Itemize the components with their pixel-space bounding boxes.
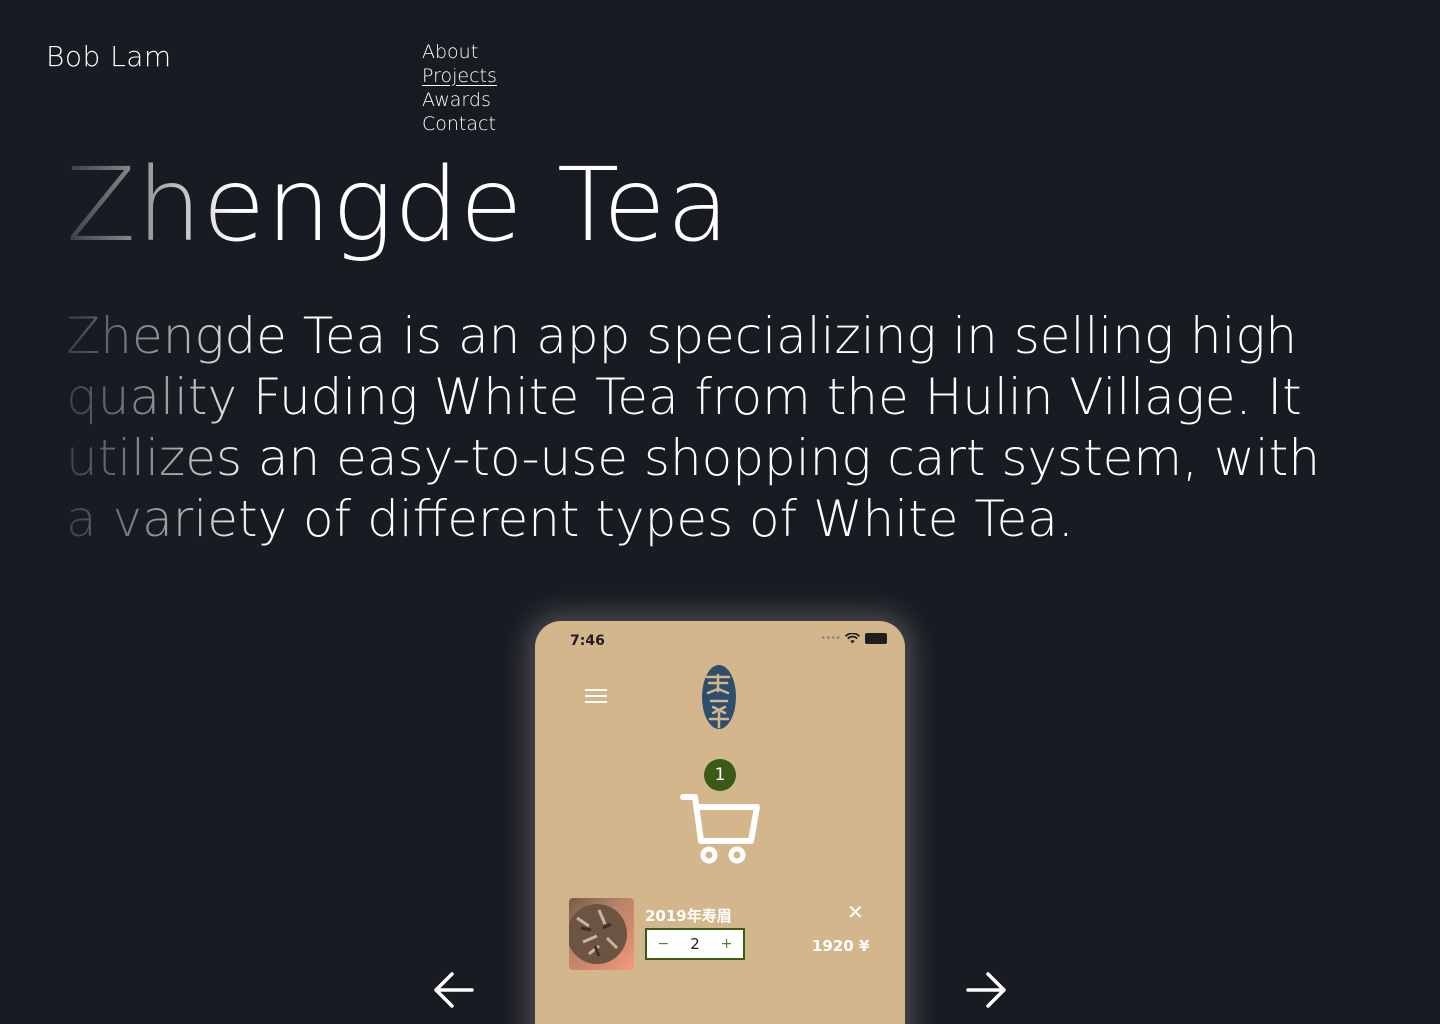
brand-name[interactable]: Bob Lam [46,40,172,73]
arrow-left-icon[interactable] [432,968,476,1012]
quantity-value: 2 [690,935,700,953]
signal-icon: •••• [820,633,841,644]
wifi-icon [845,633,860,644]
arrow-right-icon[interactable] [964,968,1008,1012]
product-price: 1920 ¥ [812,937,870,955]
shopping-cart-icon[interactable] [679,791,761,865]
nav-awards[interactable]: Awards [422,88,497,112]
phone-mockup: 7:46 •••• 1 2019年寿眉 ✕ − 2 + 1920 ¥ [535,621,905,1024]
nav-contact[interactable]: Contact [422,112,497,136]
status-icons: •••• [820,633,887,644]
remove-item-icon[interactable]: ✕ [847,900,864,924]
nav-projects[interactable]: Projects [422,64,497,88]
product-thumbnail [569,898,634,970]
quantity-stepper[interactable]: − 2 + [645,928,745,960]
project-title: Zhengde Tea [66,146,731,265]
project-description: Zhengde Tea is an app specializing in se… [66,306,1366,550]
status-time: 7:46 [570,633,605,649]
zhengde-logo [702,665,736,729]
cart-count-badge: 1 [704,759,736,791]
increment-button[interactable]: + [721,936,733,952]
hamburger-icon[interactable] [585,689,607,705]
main-nav: About Projects Awards Contact [422,40,497,136]
product-name: 2019年寿眉 [645,907,732,925]
page: Bob Lam About Projects Awards Contact Zh… [0,0,1440,1024]
nav-about[interactable]: About [422,40,497,64]
decrement-button[interactable]: − [657,936,669,952]
battery-icon [865,633,887,644]
